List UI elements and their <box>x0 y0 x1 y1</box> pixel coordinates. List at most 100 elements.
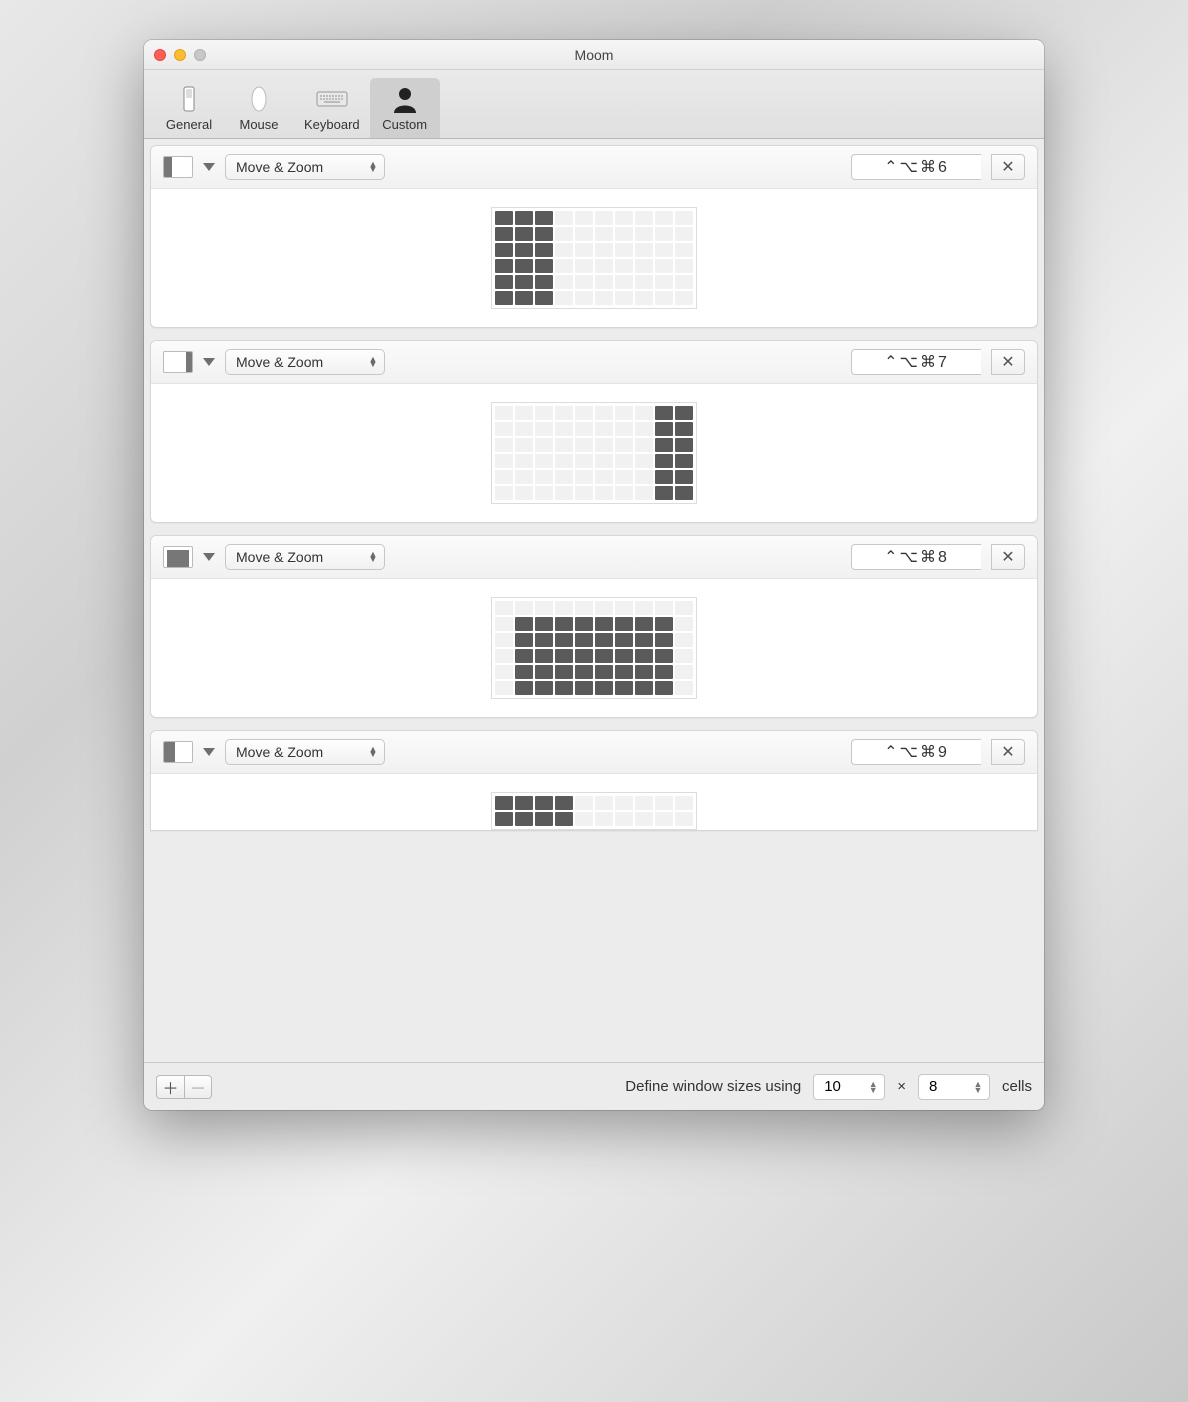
grid-cell[interactable] <box>555 422 573 436</box>
grid-cell[interactable] <box>515 681 533 695</box>
grid-cell[interactable] <box>555 649 573 663</box>
action-select[interactable]: Move & Zoom▲▼ <box>225 154 385 180</box>
grid-cell[interactable] <box>655 438 673 452</box>
grid-cell[interactable] <box>515 470 533 484</box>
grid-cell[interactable] <box>595 438 613 452</box>
grid-cell[interactable] <box>535 211 553 225</box>
grid-cell[interactable] <box>615 406 633 420</box>
grid-cell[interactable] <box>675 470 693 484</box>
grid-cell[interactable] <box>515 291 533 305</box>
grid-cell[interactable] <box>555 470 573 484</box>
grid-cell[interactable] <box>495 438 513 452</box>
grid-cell[interactable] <box>535 438 553 452</box>
grid-cell[interactable] <box>575 291 593 305</box>
grid-cell[interactable] <box>555 438 573 452</box>
grid-cell[interactable] <box>495 227 513 241</box>
grid-cell[interactable] <box>675 617 693 631</box>
grid-cell[interactable] <box>675 275 693 289</box>
grid-cell[interactable] <box>495 243 513 257</box>
grid-cell[interactable] <box>535 406 553 420</box>
grid-cell[interactable] <box>495 812 513 826</box>
grid-cell[interactable] <box>575 275 593 289</box>
grid-cell[interactable] <box>595 211 613 225</box>
grid-cell[interactable] <box>615 486 633 500</box>
grid-cell[interactable] <box>575 681 593 695</box>
grid-cell[interactable] <box>515 486 533 500</box>
grid-cell[interactable] <box>655 665 673 679</box>
grid-cell[interactable] <box>515 649 533 663</box>
grid-cell[interactable] <box>495 633 513 647</box>
grid-cell[interactable] <box>615 422 633 436</box>
grid-cell[interactable] <box>675 486 693 500</box>
grid-cell[interactable] <box>615 681 633 695</box>
grid-cell[interactable] <box>515 438 533 452</box>
grid-cell[interactable] <box>575 633 593 647</box>
grid-cell[interactable] <box>655 259 673 273</box>
grid-cell[interactable] <box>495 649 513 663</box>
custom-action-row[interactable]: Move & Zoom▲▼⌃⌥⌘8✕ <box>150 535 1038 718</box>
grid-cell[interactable] <box>555 259 573 273</box>
grid-cell[interactable] <box>615 243 633 257</box>
grid-cell[interactable] <box>495 291 513 305</box>
grid-cell[interactable] <box>635 812 653 826</box>
grid-cell[interactable] <box>535 649 553 663</box>
grid-cell[interactable] <box>615 211 633 225</box>
grid-cell[interactable] <box>555 601 573 615</box>
grid-cell[interactable] <box>635 259 653 273</box>
grid-cell[interactable] <box>575 665 593 679</box>
minimize-icon[interactable] <box>174 49 186 61</box>
grid-cell[interactable] <box>615 796 633 810</box>
tab-mouse[interactable]: Mouse <box>224 78 294 138</box>
grid-cell[interactable] <box>515 601 533 615</box>
grid-cell[interactable] <box>555 633 573 647</box>
grid-cell[interactable] <box>515 227 533 241</box>
grid-cell[interactable] <box>515 812 533 826</box>
columns-stepper[interactable]: 10 ▲▼ <box>813 1074 885 1100</box>
grid-cell[interactable] <box>495 454 513 468</box>
grid-cell[interactable] <box>635 438 653 452</box>
grid-cell[interactable] <box>495 617 513 631</box>
grid-cell[interactable] <box>655 681 673 695</box>
grid-cell[interactable] <box>615 438 633 452</box>
grid-cell[interactable] <box>555 291 573 305</box>
grid-cell[interactable] <box>515 617 533 631</box>
grid-cell[interactable] <box>595 422 613 436</box>
grid-cell[interactable] <box>555 227 573 241</box>
grid-cell[interactable] <box>555 617 573 631</box>
grid-cell[interactable] <box>535 796 553 810</box>
grid-cell[interactable] <box>515 243 533 257</box>
grid-cell[interactable] <box>575 601 593 615</box>
grid-cell[interactable] <box>655 633 673 647</box>
shortcut-field[interactable]: ⌃⌥⌘9 <box>851 739 981 765</box>
grid-cell[interactable] <box>515 796 533 810</box>
grid-cell[interactable] <box>535 243 553 257</box>
grid-cell[interactable] <box>515 406 533 420</box>
grid-cell[interactable] <box>595 486 613 500</box>
grid-cell[interactable] <box>535 681 553 695</box>
grid-cell[interactable] <box>495 486 513 500</box>
grid-cell[interactable] <box>675 259 693 273</box>
grid-cell[interactable] <box>675 796 693 810</box>
clear-shortcut-button[interactable]: ✕ <box>991 349 1025 375</box>
grid-cell[interactable] <box>535 275 553 289</box>
grid-cell[interactable] <box>615 275 633 289</box>
grid-cell[interactable] <box>635 470 653 484</box>
grid-cell[interactable] <box>595 796 613 810</box>
grid-cell[interactable] <box>555 275 573 289</box>
clear-shortcut-button[interactable]: ✕ <box>991 544 1025 570</box>
titlebar[interactable]: Moom <box>144 40 1044 70</box>
grid-selector[interactable] <box>491 207 697 309</box>
grid-cell[interactable] <box>615 812 633 826</box>
grid-cell[interactable] <box>655 422 673 436</box>
disclosure-triangle-icon[interactable] <box>203 163 215 171</box>
grid-cell[interactable] <box>615 665 633 679</box>
grid-cell[interactable] <box>675 812 693 826</box>
grid-cell[interactable] <box>555 812 573 826</box>
grid-cell[interactable] <box>515 633 533 647</box>
shortcut-field[interactable]: ⌃⌥⌘6 <box>851 154 981 180</box>
action-select[interactable]: Move & Zoom▲▼ <box>225 739 385 765</box>
grid-cell[interactable] <box>595 681 613 695</box>
grid-cell[interactable] <box>495 681 513 695</box>
grid-cell[interactable] <box>555 796 573 810</box>
grid-cell[interactable] <box>535 617 553 631</box>
